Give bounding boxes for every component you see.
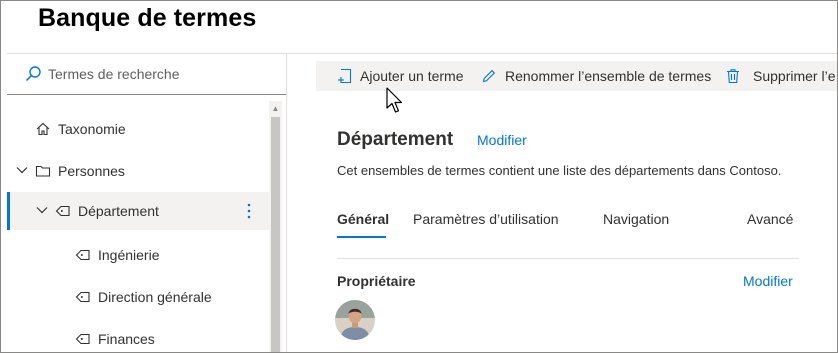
rename-set-button[interactable]: Renommer l’ensemble de termes <box>481 61 716 91</box>
delete-set-button[interactable]: Supprimer l’e <box>724 61 837 91</box>
scroll-thumb[interactable] <box>271 117 280 352</box>
search-icon <box>25 66 41 82</box>
scroll-up-icon[interactable]: ▲ <box>269 103 282 115</box>
pane-divider <box>286 54 287 352</box>
tree-item-ingenierie[interactable]: Ingénierie <box>7 236 269 274</box>
avatar[interactable] <box>335 300 375 340</box>
section-divider <box>337 258 799 259</box>
tab-navigation[interactable]: Navigation <box>603 211 669 227</box>
tree-item-direction-generale[interactable]: Direction générale <box>7 278 269 316</box>
tree-item-label: Direction générale <box>98 289 212 305</box>
tag-icon <box>75 291 90 303</box>
tab-usage-settings[interactable]: Paramètres d’utilisation <box>413 211 559 227</box>
edit-owner-link[interactable]: Modifier <box>743 273 793 289</box>
term-set-title: Département <box>337 129 454 150</box>
edit-title-link[interactable]: Modifier <box>477 132 527 148</box>
search-box[interactable]: Termes de recherche <box>7 54 286 95</box>
owner-label: Propriétaire <box>337 273 416 289</box>
more-options-icon[interactable] <box>244 201 254 221</box>
chevron-down-icon[interactable] <box>35 203 49 217</box>
trash-icon <box>727 69 739 84</box>
tree-item-departement[interactable]: Département <box>7 192 269 230</box>
tree-item-label: Département <box>78 203 159 219</box>
tree-item-label: Personnes <box>58 163 125 179</box>
tree-item-finances[interactable]: Finances <box>7 320 269 352</box>
rename-set-label: Renommer l’ensemble de termes <box>505 68 712 84</box>
tag-icon <box>75 249 90 261</box>
app-window: Banque de termes Termes de recherche Tax… <box>0 0 838 353</box>
pencil-icon <box>482 69 496 83</box>
tree-item-taxonomie[interactable]: Taxonomie <box>7 110 269 148</box>
tree-item-label: Taxonomie <box>58 121 126 137</box>
folder-icon <box>35 165 51 177</box>
page-title: Banque de termes <box>38 4 257 32</box>
tag-icon <box>75 333 90 345</box>
tag-icon <box>55 205 70 217</box>
add-term-icon <box>338 68 352 84</box>
add-term-label: Ajouter un terme <box>360 68 464 84</box>
add-term-button[interactable]: Ajouter un terme <box>333 61 483 91</box>
tab-advanced[interactable]: Avancé <box>747 211 793 227</box>
tree-item-label: Finances <box>98 331 155 347</box>
active-tab-indicator <box>337 236 386 238</box>
navigation-pane: Termes de recherche Taxonomie Personnes <box>7 54 286 352</box>
selection-indicator <box>7 192 10 230</box>
home-icon <box>36 122 50 136</box>
mouse-pointer-icon <box>386 87 403 113</box>
search-input[interactable]: Termes de recherche <box>48 66 180 82</box>
tree-item-label: Ingénierie <box>98 247 160 263</box>
tab-general[interactable]: Général <box>337 211 389 227</box>
chevron-down-icon[interactable] <box>15 163 29 177</box>
term-set-description: Cet ensembles de termes contient une lis… <box>337 163 782 178</box>
tree-item-personnes[interactable]: Personnes <box>7 152 269 190</box>
tree-scrollbar[interactable]: ▲ <box>269 101 282 352</box>
delete-set-label: Supprimer l’e <box>753 68 836 84</box>
